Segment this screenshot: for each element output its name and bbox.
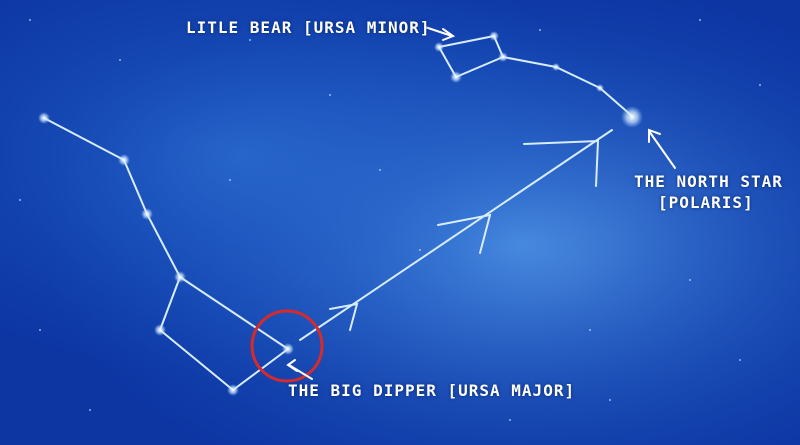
star	[154, 324, 166, 336]
little-bear-label: LITLE BEAR [URSA MINOR]	[186, 18, 431, 37]
star	[227, 384, 239, 396]
star	[38, 112, 50, 124]
star	[552, 63, 560, 71]
star	[498, 52, 508, 62]
star	[489, 31, 499, 41]
north-star-label: THE NORTH STAR	[634, 172, 783, 191]
star	[596, 84, 604, 92]
polaris-label: [POLARIS]	[658, 193, 754, 212]
star	[450, 71, 462, 83]
sky-glow-left	[0, 0, 800, 445]
star	[434, 42, 444, 52]
star	[174, 271, 186, 283]
star	[118, 154, 130, 166]
star	[282, 343, 294, 355]
big-dipper-label: THE BIG DIPPER [URSA MAJOR]	[288, 381, 576, 400]
north-star	[621, 106, 643, 128]
night-sky-diagram	[0, 0, 800, 445]
star	[141, 208, 153, 220]
